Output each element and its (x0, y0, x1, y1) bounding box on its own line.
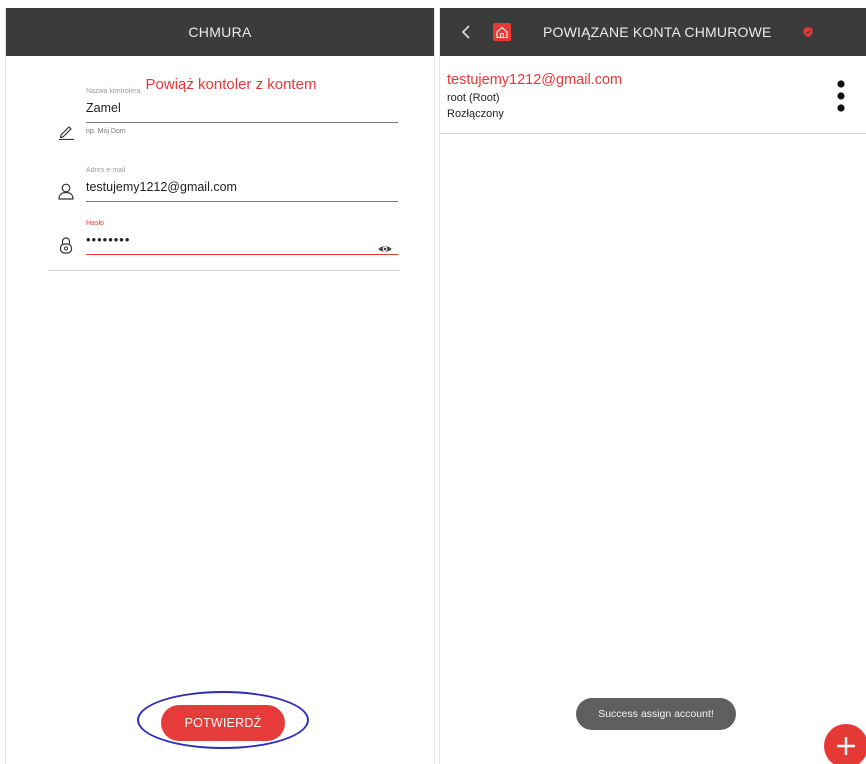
person-icon (58, 183, 74, 200)
confirm-button[interactable]: POTWIERDŹ (161, 705, 285, 741)
app-header-right: POWIĄZANE KONTA CHMUROWE (440, 8, 866, 56)
success-toast: Success assign account! (576, 698, 736, 730)
email-label: Adres e-mail (86, 167, 126, 174)
lock-icon (59, 237, 73, 254)
password-label: Hasło (86, 220, 104, 227)
account-list-item[interactable]: testujemy1212@gmail.com root (Root) Rozł… (440, 56, 866, 134)
controller-name-input[interactable]: Zamel (86, 101, 398, 123)
account-status: Rozłączony (447, 108, 504, 120)
email-field: Adres e-mail testujemy1212@gmail.com (86, 167, 398, 202)
controller-name-hint: np. Mój Dom (86, 128, 126, 135)
eye-icon[interactable] (378, 244, 392, 254)
controller-name-label: Nazwa kontrolera (86, 88, 141, 95)
controller-name-field: Nazwa kontrolera Zamel np. Mój Dom (86, 88, 398, 135)
chevron-left-icon[interactable] (460, 24, 472, 40)
linked-accounts-panel: POWIĄZANE KONTA CHMUROWE testujemy1212@g… (439, 8, 866, 764)
add-account-button[interactable] (824, 724, 866, 764)
header-title: CHMURA (188, 24, 252, 40)
home-icon[interactable] (493, 23, 511, 41)
more-vertical-icon[interactable] (836, 79, 846, 113)
header-title-right: POWIĄZANE KONTA CHMUROWE (543, 24, 772, 40)
shield-icon[interactable] (802, 26, 814, 38)
account-email: testujemy1212@gmail.com (447, 72, 623, 88)
password-field: Hasło •••••••• (86, 220, 398, 255)
account-user: root (Root) (447, 92, 500, 104)
pencil-icon (59, 126, 74, 140)
password-input[interactable]: •••••••• (86, 233, 398, 255)
password-value: •••••••• (86, 232, 131, 247)
cloud-link-panel: CHMURA Powiąż kontoler z kontem Nazwa ko… (5, 8, 435, 764)
plus-icon (837, 737, 855, 755)
app-header: CHMURA (6, 8, 434, 56)
email-input[interactable]: testujemy1212@gmail.com (86, 180, 398, 202)
form-divider (48, 270, 400, 271)
